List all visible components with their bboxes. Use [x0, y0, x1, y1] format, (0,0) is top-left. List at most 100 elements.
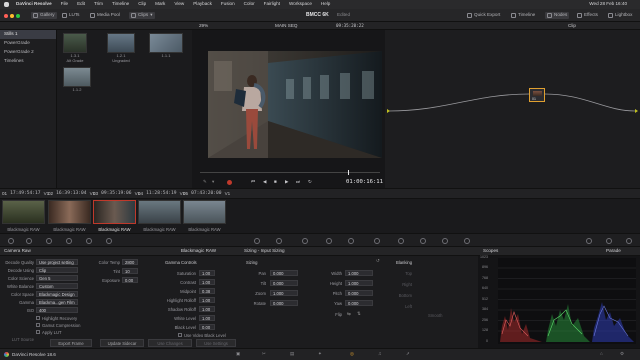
rgb-mixer-icon[interactable] — [86, 238, 92, 244]
yaw-input[interactable]: 0.000 — [345, 300, 373, 306]
window-icon[interactable] — [326, 238, 332, 244]
minimize-window-icon[interactable] — [10, 13, 14, 18]
3d-icon[interactable] — [464, 238, 470, 244]
white-balance-select[interactable]: Custom — [36, 283, 78, 289]
export-frame-button[interactable]: Export Frame — [50, 339, 92, 347]
playhead[interactable] — [348, 170, 349, 175]
qualifier-icon[interactable] — [302, 238, 308, 244]
menu-app-name[interactable]: DaVinci Resolve — [16, 2, 52, 7]
clip-mode-label[interactable]: Clip — [568, 23, 576, 29]
exposure-input[interactable]: 0.00 — [122, 277, 138, 283]
color-match-icon[interactable] — [26, 238, 32, 244]
width-input[interactable]: 1.000 — [345, 270, 373, 276]
clip-thumbnail[interactable]: Blackmagic RAW — [183, 200, 226, 232]
media-page-icon[interactable]: ▣ — [236, 351, 240, 357]
zoom-window-icon[interactable] — [16, 13, 20, 18]
blur-icon[interactable] — [398, 238, 404, 244]
color-space-select[interactable]: Blackmagic Design — [36, 291, 78, 297]
black-level-input[interactable]: 0.00 — [199, 324, 215, 330]
midpoint-input[interactable]: 0.38 — [199, 288, 215, 294]
rotate-input[interactable]: 0.000 — [270, 300, 298, 306]
mute-icon[interactable] — [227, 180, 232, 185]
key-icon[interactable] — [420, 238, 426, 244]
still-thumbnail[interactable]: 1.2.1 Ungraded — [107, 33, 135, 63]
apple-icon[interactable] — [4, 2, 9, 7]
fairlight-page-icon[interactable]: ♫ — [378, 351, 381, 357]
gallery-button[interactable]: Gallery — [31, 12, 57, 19]
play-reverse-icon[interactable]: ◀ — [263, 179, 267, 185]
apply-lut-checkbox[interactable] — [36, 330, 40, 334]
highlight-recovery-checkbox[interactable] — [36, 316, 40, 320]
highlight-rolloff-input[interactable]: 1.00 — [199, 297, 215, 303]
tilt-input[interactable]: 0.000 — [270, 280, 298, 286]
video-black-checkbox[interactable] — [178, 333, 182, 337]
menu-workspace[interactable]: Workspace — [289, 2, 312, 7]
fusion-page-icon[interactable]: ✦ — [318, 351, 322, 357]
clip-thumbnail[interactable]: Blackmagic RAW — [48, 200, 91, 232]
skip-to-end-icon[interactable]: ⏭ — [296, 179, 300, 185]
stop-icon[interactable]: ■ — [274, 179, 277, 185]
scopes-mode-select[interactable]: Parade — [606, 248, 621, 254]
contrast-input[interactable]: 1.00 — [199, 279, 215, 285]
color-science-select[interactable]: Gen 5 — [36, 275, 78, 281]
cut-page-icon[interactable]: ✂ — [262, 351, 266, 357]
menu-playback[interactable]: Playback — [193, 2, 212, 7]
still-thumbnail[interactable]: 1.1.2 — [63, 67, 91, 92]
menu-help[interactable]: Help — [321, 2, 330, 7]
still-thumbnail[interactable]: 1.3.1 Alt Grade — [63, 33, 87, 63]
zoom-level[interactable]: 29% — [199, 23, 208, 29]
color-page-icon[interactable]: ◎ — [350, 351, 354, 357]
edit-page-icon[interactable]: ▤ — [290, 351, 294, 357]
home-icon[interactable]: ⌂ — [600, 351, 603, 357]
still-thumbnail[interactable]: 1.1.1 — [149, 33, 183, 58]
scopes-toggle-icon[interactable] — [586, 238, 592, 244]
magic-mask-icon[interactable] — [374, 238, 380, 244]
color-warper-icon[interactable] — [276, 238, 282, 244]
loop-icon[interactable]: ↻ — [308, 179, 312, 185]
album-stills-1[interactable]: Stills 1 — [0, 30, 56, 39]
chevron-down-icon[interactable]: ▾ — [212, 179, 214, 185]
sizing-icon[interactable] — [442, 238, 448, 244]
luts-button[interactable]: LUTs — [62, 12, 79, 19]
use-settings-button[interactable]: Use Settings — [196, 339, 236, 347]
tracker-icon[interactable] — [348, 238, 354, 244]
album-powergrade-2[interactable]: PowerGrade 2 — [0, 48, 56, 57]
clip-thumbnail[interactable]: Blackmagic RAW — [138, 200, 181, 232]
hdr-icon[interactable] — [66, 238, 72, 244]
gamma-select[interactable]: Blackma...gen Film — [36, 299, 78, 305]
menu-edit[interactable]: Edit — [77, 2, 85, 7]
menu-clip[interactable]: Clip — [138, 2, 146, 7]
close-window-icon[interactable] — [4, 13, 8, 18]
update-sidecar-button[interactable]: Update Sidecar — [100, 339, 144, 347]
album-timelines[interactable]: Timelines — [0, 57, 56, 66]
menu-view[interactable]: View — [174, 2, 184, 7]
album-powergrade[interactable]: PowerGrade — [0, 39, 56, 48]
flip-vertical-icon[interactable]: ⇅ — [357, 311, 361, 317]
timeline-button[interactable]: Timeline — [511, 12, 535, 19]
lightbox-button[interactable]: Lightbox — [608, 12, 632, 19]
clip-thumbnail[interactable]: Blackmagic RAW — [2, 200, 45, 232]
menu-timeline[interactable]: Timeline — [112, 2, 129, 7]
quick-export-button[interactable]: Quick Export — [467, 12, 500, 19]
tint-input[interactable]: 10 — [122, 268, 138, 274]
pitch-input[interactable]: 0.000 — [345, 290, 373, 296]
settings-icon[interactable] — [626, 238, 632, 244]
use-changes-button[interactable]: Use Changes — [148, 339, 192, 347]
height-input[interactable]: 1.000 — [345, 280, 373, 286]
menu-color[interactable]: Color — [244, 2, 255, 7]
curves-icon[interactable] — [254, 238, 260, 244]
menu-trim[interactable]: Trim — [94, 2, 103, 7]
menu-file[interactable]: File — [61, 2, 68, 7]
menu-fairlight[interactable]: Fairlight — [264, 2, 280, 7]
iso-select[interactable]: 400 — [36, 307, 78, 313]
play-icon[interactable]: ▶ — [285, 179, 289, 185]
timeline-name[interactable]: MAIN SEQ — [275, 23, 297, 29]
effects-button[interactable]: Effects — [577, 12, 598, 19]
decode-quality-select[interactable]: Use project setting — [36, 259, 78, 265]
skip-to-start-icon[interactable]: ⏮ — [251, 179, 255, 185]
menu-fusion[interactable]: Fusion — [221, 2, 235, 7]
settings-gear-icon[interactable]: ⚙ — [620, 351, 624, 357]
white-level-input[interactable]: 1.00 — [199, 315, 215, 321]
menu-mark[interactable]: Mark — [155, 2, 165, 7]
camera-raw-icon[interactable] — [8, 238, 14, 244]
